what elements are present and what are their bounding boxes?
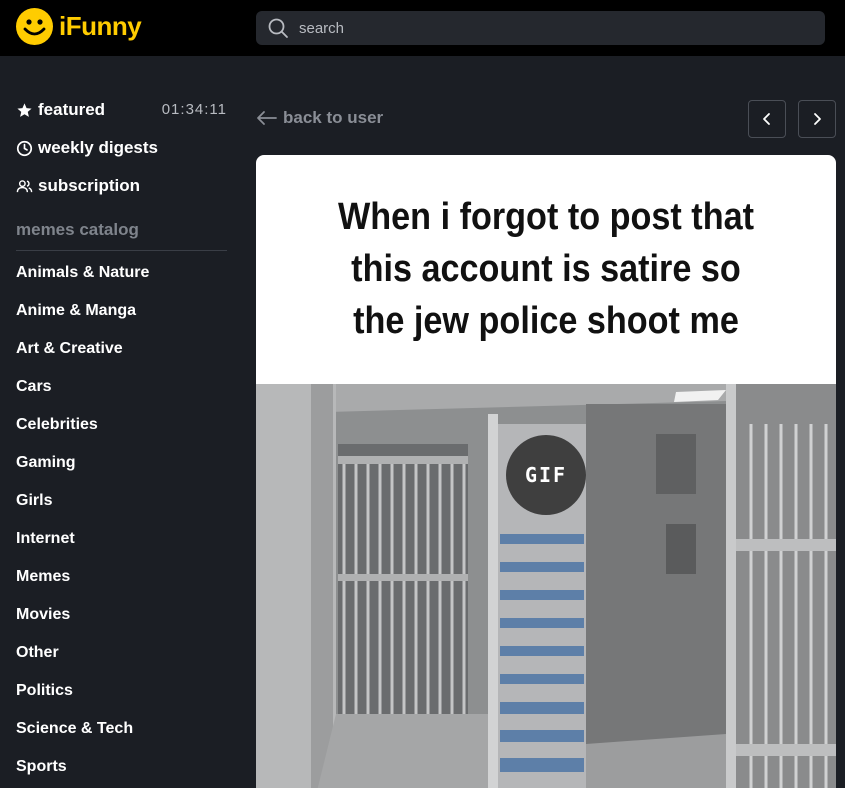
previous-post-button[interactable] [748, 100, 786, 138]
category-item[interactable]: Movies [16, 605, 227, 643]
star-icon [17, 102, 32, 117]
search-icon [268, 18, 288, 38]
users-icon [16, 179, 33, 192]
meme-post[interactable]: When i forgot to post that this account … [256, 155, 836, 788]
category-list: Animals & Nature Anime & Manga Art & Cre… [16, 263, 227, 788]
category-item[interactable]: Cars [16, 377, 227, 415]
back-to-user-label: back to user [283, 108, 384, 127]
category-item[interactable]: Anime & Manga [16, 301, 227, 339]
gif-badge[interactable]: GIF [506, 435, 586, 515]
back-to-user-link[interactable]: back to user [256, 108, 383, 128]
category-item[interactable]: Other [16, 643, 227, 681]
catalog-title: memes catalog [16, 220, 227, 251]
meme-caption: When i forgot to post that this account … [285, 155, 807, 384]
nav-weekly-digests-label: weekly digests [38, 138, 159, 157]
nav-featured-label: featured [38, 100, 106, 119]
countdown-timer: 01:34:11 [161, 101, 227, 118]
sidebar: featured 01:34:11 weekly digests subscri… [16, 98, 227, 788]
category-item[interactable]: Art & Creative [16, 339, 227, 377]
category-item[interactable]: Sports [16, 757, 227, 788]
nav-subscription-label: subscription [38, 176, 141, 195]
category-item[interactable]: Science & Tech [16, 719, 227, 757]
clock-icon [16, 140, 33, 156]
nav-subscription[interactable]: subscription [16, 174, 227, 198]
caption-line: the jew police shoot me [353, 300, 739, 342]
nav-weekly-digests[interactable]: weekly digests [16, 136, 227, 160]
search-input[interactable] [299, 19, 779, 37]
category-item[interactable]: Celebrities [16, 415, 227, 453]
category-item[interactable]: Memes [16, 567, 227, 605]
category-item[interactable]: Animals & Nature [16, 263, 227, 301]
logo[interactable]: iFunny [16, 8, 142, 45]
chevron-right-icon [814, 113, 821, 125]
search-bar[interactable] [256, 11, 825, 45]
category-item[interactable]: Politics [16, 681, 227, 719]
category-item[interactable]: Gaming [16, 453, 227, 491]
category-item[interactable]: Girls [16, 491, 227, 529]
chevron-left-icon [763, 113, 770, 125]
top-bar: iFunny [0, 0, 845, 56]
logo-text: iFunny [59, 11, 142, 41]
arrow-left-icon [257, 111, 277, 125]
caption-line: this account is satire so [351, 248, 741, 290]
category-item[interactable]: Internet [16, 529, 227, 567]
next-post-button[interactable] [798, 100, 836, 138]
smiley-logo-icon [16, 8, 53, 45]
caption-line: When i forgot to post that [337, 196, 754, 238]
